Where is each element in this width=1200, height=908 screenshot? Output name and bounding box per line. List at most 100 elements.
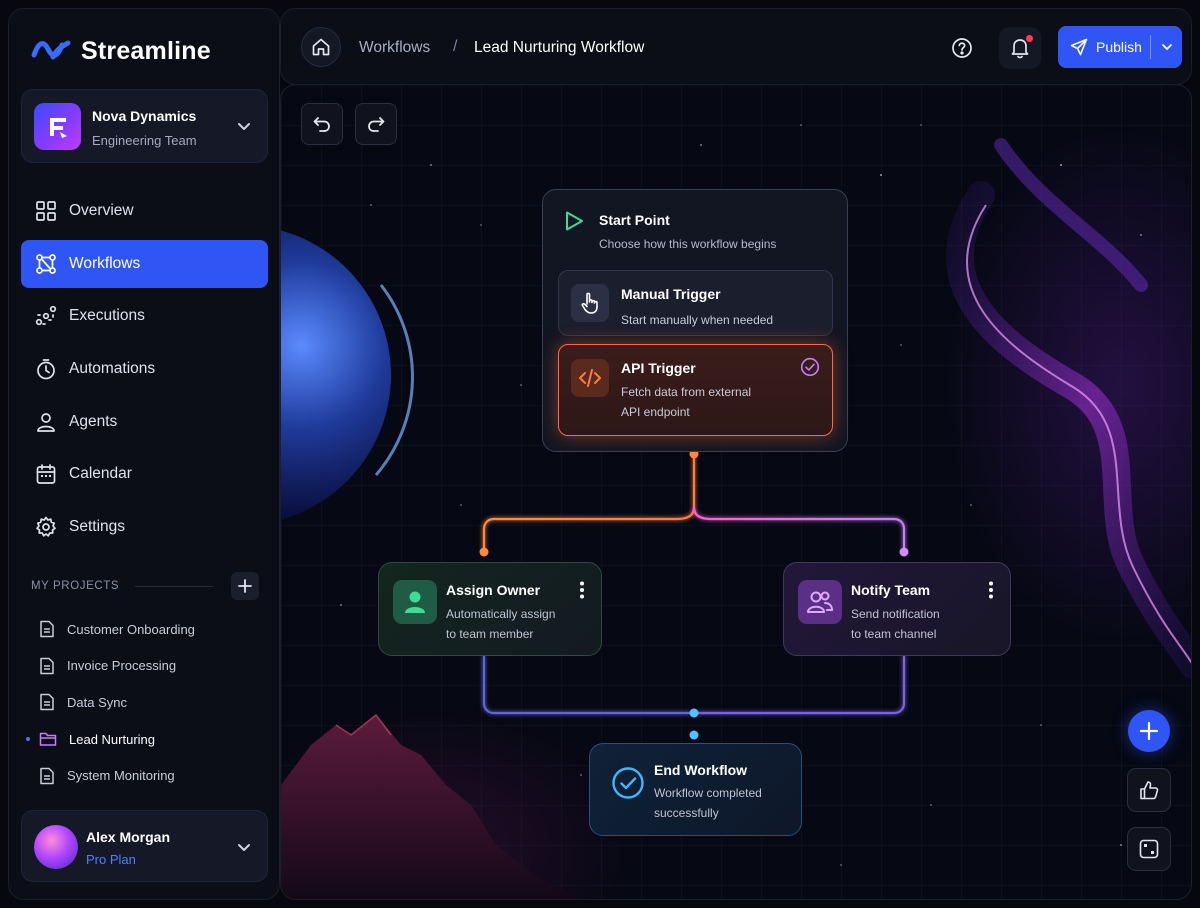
manual-trigger-title: Manual Trigger	[621, 286, 721, 302]
project-item-data-sync[interactable]: Data Sync	[27, 684, 267, 721]
divider	[135, 585, 213, 587]
api-trigger-option[interactable]: API Trigger Fetch data from external API…	[558, 344, 833, 436]
plus-icon	[1139, 721, 1159, 741]
breadcrumb-current: Lead Nurturing Workflow	[474, 39, 645, 56]
publish-button[interactable]: Publish	[1058, 26, 1182, 68]
calendar-icon	[36, 464, 56, 485]
folder-icon	[39, 732, 57, 746]
projects-header: MY PROJECTS	[31, 571, 259, 601]
home-button[interactable]	[301, 27, 341, 67]
nav-label: Settings	[69, 518, 126, 536]
feedback-button[interactable]	[1127, 768, 1171, 812]
gear-icon	[36, 516, 56, 537]
nav-item-executions[interactable]: Executions	[21, 292, 268, 340]
notify-team-subtitle-line2: to team channel	[851, 626, 937, 641]
project-item-customer-onboarding[interactable]: Customer Onboarding	[27, 611, 267, 648]
project-label: System Monitoring	[67, 768, 175, 784]
publish-options-button[interactable]	[1151, 41, 1182, 53]
code-icon	[571, 359, 609, 397]
chevron-down-icon	[1161, 44, 1172, 50]
org-switcher[interactable]: Nova Dynamics Engineering Team	[21, 89, 268, 163]
executions-icon	[35, 306, 57, 326]
api-trigger-subtitle-line1: Fetch data from external	[621, 385, 752, 399]
top-bar: Workflows / Lead Nurturing Workflow Publ…	[280, 8, 1192, 85]
nav-item-workflows[interactable]: Workflows	[21, 239, 268, 288]
publish-label: Publish	[1096, 39, 1142, 55]
nav-label: Agents	[69, 412, 118, 430]
notify-team-subtitle-line1: Send notification	[851, 607, 940, 621]
notify-team-title: Notify Team	[851, 582, 931, 598]
check-circle-icon	[800, 357, 820, 382]
end-workflow-subtitle: Workflow completed successfully	[654, 784, 794, 823]
end-workflow-node[interactable]: End Workflow Workflow completed successf…	[589, 743, 802, 836]
project-label: Invoice Processing	[67, 658, 177, 674]
send-icon	[1070, 38, 1088, 56]
brand[interactable]: Streamline	[31, 35, 211, 68]
user-plan: Pro Plan	[86, 852, 136, 867]
project-label: Lead Nurturing	[69, 731, 155, 747]
start-point-subtitle: Choose how this workflow begins	[599, 237, 777, 251]
plus-icon	[238, 579, 252, 593]
check-circle-icon	[606, 761, 650, 805]
hand-pointer-icon	[571, 284, 609, 322]
minimap-icon	[1139, 839, 1159, 859]
notification-badge	[1026, 35, 1033, 42]
notify-team-node[interactable]: Notify Team Send notification to team ch…	[783, 562, 1011, 656]
nav-label: Calendar	[69, 465, 132, 483]
nav-label: Overview	[69, 202, 134, 219]
end-workflow-title: End Workflow	[654, 762, 748, 778]
user-icon	[37, 412, 55, 432]
breadcrumb-separator: /	[453, 38, 458, 55]
project-item-system-monitoring[interactable]: System Monitoring	[27, 757, 267, 794]
nav-item-calendar[interactable]: Calendar	[21, 450, 268, 498]
notify-team-subtitle: Send notification to team channel	[851, 605, 991, 644]
breadcrumb-workflows[interactable]: Workflows	[359, 39, 430, 57]
users-icon	[798, 580, 842, 624]
add-node-button[interactable]	[1128, 710, 1170, 752]
brand-name: Streamline	[81, 37, 211, 65]
project-list: Customer Onboarding Invoice Processing D…	[26, 611, 267, 794]
nav-item-agents[interactable]: Agents	[21, 398, 268, 446]
chevron-down-icon	[237, 119, 251, 138]
project-label: Data Sync	[67, 694, 127, 710]
project-item-invoice-processing[interactable]: Invoice Processing	[27, 648, 267, 685]
user-menu[interactable]: Alex Morgan Pro Plan	[21, 810, 268, 882]
user-name: Alex Morgan	[86, 829, 171, 845]
assign-owner-subtitle-line2: to team member	[446, 626, 534, 641]
minimap-button[interactable]	[1127, 827, 1171, 871]
nav-item-overview[interactable]: Overview	[21, 187, 268, 235]
assign-owner-node[interactable]: Assign Owner Automatically assign to tea…	[378, 562, 602, 656]
add-project-button[interactable]	[231, 572, 259, 600]
publish-main[interactable]: Publish	[1058, 38, 1150, 56]
api-trigger-title: API Trigger	[621, 360, 696, 376]
nav-item-automations[interactable]: Automations	[21, 345, 268, 393]
notifications-button[interactable]	[999, 27, 1041, 69]
workflow-canvas[interactable]: Start Point Choose how this workflow beg…	[280, 84, 1192, 900]
play-icon	[563, 210, 585, 237]
org-team: Engineering Team	[92, 133, 197, 148]
chevron-down-icon	[237, 840, 251, 859]
nav-label: Executions	[69, 307, 145, 325]
api-trigger-subtitle-line2: API endpoint	[621, 405, 690, 419]
document-icon	[40, 621, 54, 638]
nav-label: Automations	[69, 360, 156, 378]
more-options-icon[interactable]	[579, 581, 585, 604]
workflow-icon	[36, 253, 56, 274]
project-item-lead-nurturing[interactable]: Lead Nurturing	[26, 721, 267, 758]
project-label: Customer Onboarding	[67, 621, 195, 637]
document-icon	[40, 694, 54, 711]
more-options-icon[interactable]	[988, 581, 994, 604]
start-point-title: Start Point	[599, 212, 670, 228]
start-point-card[interactable]: Start Point Choose how this workflow beg…	[542, 189, 848, 452]
manual-trigger-option[interactable]: Manual Trigger Start manually when neede…	[558, 270, 833, 336]
manual-trigger-subtitle: Start manually when needed	[621, 313, 774, 327]
assign-owner-title: Assign Owner	[446, 582, 541, 598]
end-workflow-subtitle-line1: Workflow completed	[654, 786, 762, 800]
nav-item-settings[interactable]: Settings	[21, 503, 268, 551]
org-logo-icon	[34, 103, 81, 150]
projects-heading: MY PROJECTS	[31, 580, 120, 592]
help-button[interactable]	[943, 29, 981, 67]
assign-owner-subtitle: Automatically assign to team member	[446, 605, 586, 644]
grid-icon	[36, 201, 56, 221]
active-indicator	[26, 736, 30, 741]
